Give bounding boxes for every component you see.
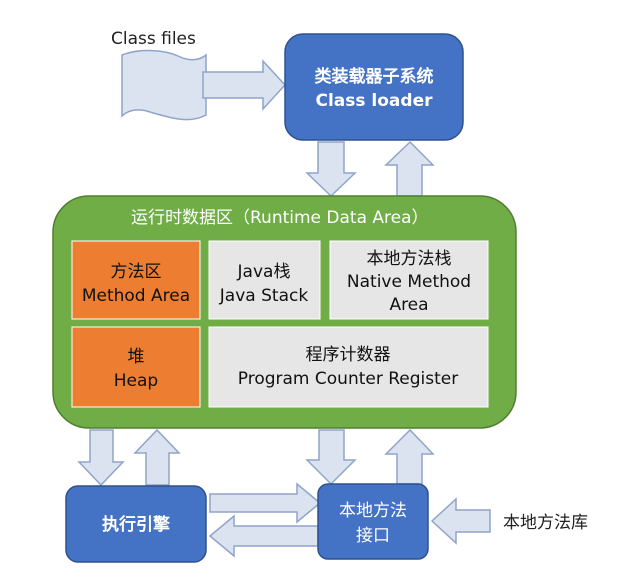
heap-label-cn: 堆 [128, 347, 145, 367]
arrow-runtime-to-engine [77, 429, 125, 487]
class-files-document-icon [121, 49, 207, 121]
diagram-canvas: Class files 类装载器子系统 Class loader 运行时数据区（… [52, 29, 588, 563]
arrow-engine-to-runtime [133, 428, 181, 486]
java-stack-label-en: Java Stack [219, 286, 309, 306]
method-area-label-cn: 方法区 [111, 262, 162, 282]
native-method-stack-label-en2: Area [389, 295, 428, 315]
native-interface-label-line1: 本地方法 [339, 501, 407, 521]
arrow-native-library-to-interface [430, 497, 491, 545]
arrow-native-interface-to-engine [208, 514, 319, 558]
class-loader-box [284, 33, 464, 141]
jvm-architecture-diagram: Class files 类装载器子系统 Class loader 运行时数据区（… [0, 0, 618, 581]
class-files-label: Class files [111, 29, 196, 49]
class-loader-label-en: Class loader [316, 91, 434, 111]
arrow-classfiles-to-loader [202, 59, 287, 111]
native-library-label: 本地方法库 [503, 513, 588, 533]
method-area-label-en: Method Area [82, 286, 190, 306]
pc-register-label-cn: 程序计数器 [306, 345, 391, 365]
native-method-stack-label-cn: 本地方法栈 [367, 249, 452, 269]
arrow-runtime-to-loader [384, 140, 435, 197]
execution-engine-label: 执行引擎 [102, 514, 171, 535]
pc-register-label-en: Program Counter Register [238, 369, 458, 389]
arrow-native-interface-to-runtime [384, 428, 435, 485]
heap-label-en: Heap [114, 371, 158, 391]
arrow-runtime-to-native-interface [305, 429, 357, 486]
arrow-engine-to-native-interface [209, 482, 322, 524]
java-stack-label-cn: Java栈 [237, 262, 291, 282]
native-interface-label-line2: 接口 [356, 526, 390, 546]
native-method-stack-label-en1: Native Method [347, 272, 471, 292]
arrow-loader-to-runtime [305, 141, 357, 198]
runtime-data-area-title: 运行时数据区（Runtime Data Area） [131, 208, 429, 228]
class-loader-label-cn: 类装载器子系统 [315, 66, 434, 87]
pc-register-box [208, 326, 489, 408]
native-interface-box [317, 483, 429, 560]
heap-box [71, 326, 201, 408]
